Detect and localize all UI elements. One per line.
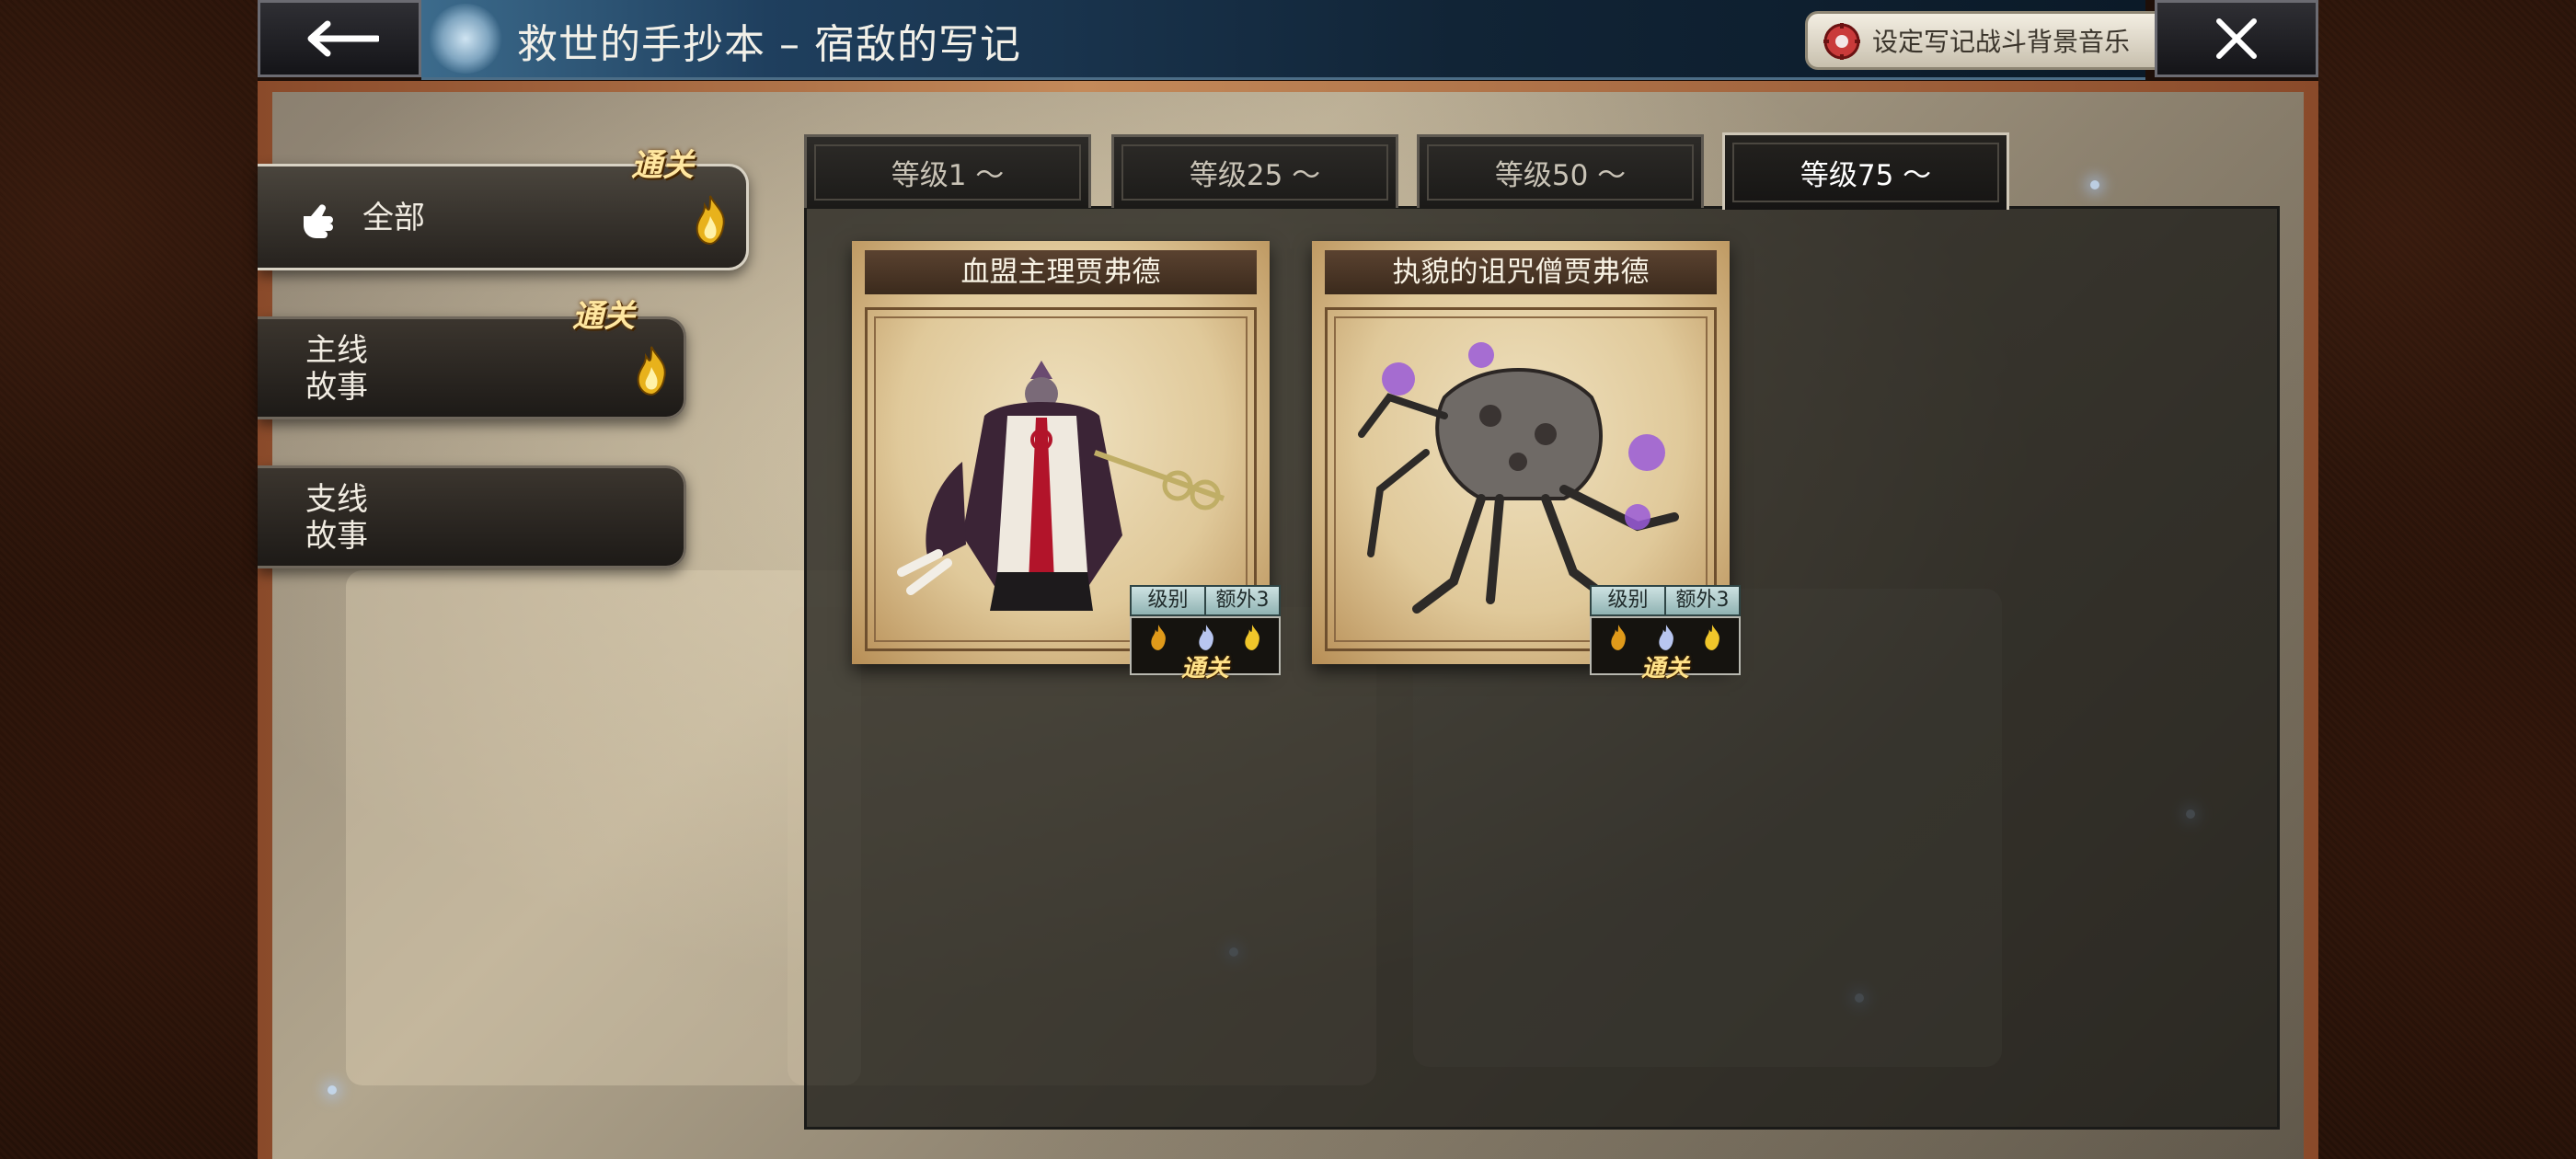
music-settings-icon bbox=[1823, 23, 1860, 60]
left-leather-border bbox=[0, 0, 258, 1159]
nav-item-label: 全部 bbox=[362, 200, 425, 236]
tab-inner-border bbox=[1732, 143, 1999, 202]
sparkle bbox=[2090, 180, 2099, 189]
enemy-card-title: 血盟主理贾弗德 bbox=[865, 250, 1257, 294]
fire-icon bbox=[1611, 625, 1626, 650]
header-bar: 救世的手抄本 – 宿敌的写记 设定写记战斗背景音乐 bbox=[258, 0, 2318, 81]
badge-clear-label: 通关 bbox=[1640, 655, 1689, 683]
fire-icon bbox=[1151, 625, 1166, 650]
sparkle bbox=[328, 1085, 337, 1095]
cursed-monk-portrait bbox=[1358, 342, 1679, 614]
flame-icon bbox=[637, 346, 666, 396]
tab-inner-border bbox=[1121, 144, 1388, 201]
badge-clear-label: 通关 bbox=[1180, 655, 1229, 683]
tab-level-1[interactable]: 等级1 〜 bbox=[804, 134, 1091, 208]
lightning-icon bbox=[1705, 625, 1719, 650]
bgm-button-label: 设定写记战斗背景音乐 bbox=[1872, 27, 2131, 57]
page-title: 救世的手抄本 – 宿敌的写记 bbox=[517, 21, 1021, 68]
title-bar: 救世的手抄本 – 宿敌的写记 设定写记战斗背景音乐 bbox=[421, 0, 2204, 80]
tab-inner-border bbox=[814, 144, 1081, 201]
badge-level-label: 级别 bbox=[1147, 589, 1189, 612]
bgm-settings-button[interactable]: 设定写记战斗背景音乐 bbox=[1805, 11, 2204, 70]
compass-emblem-icon bbox=[429, 4, 502, 74]
tab-level-25[interactable]: 等级25 〜 bbox=[1111, 134, 1398, 208]
arrow-left-icon bbox=[307, 20, 379, 57]
difficulty-badge: 级别 额外3 通关 bbox=[1124, 580, 1288, 683]
clear-tag: 通关 bbox=[631, 147, 694, 184]
flame-icon bbox=[696, 195, 725, 246]
badge-level-row: 级别 额外3 bbox=[1130, 585, 1281, 616]
back-button[interactable] bbox=[258, 0, 421, 77]
close-icon bbox=[2216, 18, 2257, 59]
badge-level-row: 级别 额外3 bbox=[1590, 585, 1741, 616]
badge-extra-label: 额外3 bbox=[1204, 587, 1279, 614]
badge-element-row: 通关 bbox=[1590, 616, 1741, 683]
ice-icon bbox=[1199, 625, 1213, 650]
nav-item-side-story[interactable]: 支线 故事 bbox=[258, 465, 686, 568]
nav-item-label: 主线 故事 bbox=[305, 332, 368, 406]
tab-level-50[interactable]: 等级50 〜 bbox=[1417, 134, 1704, 208]
badge-element-row: 通关 bbox=[1130, 616, 1281, 683]
right-leather-border bbox=[2318, 0, 2576, 1159]
difficulty-badge: 级别 额外3 通关 bbox=[1584, 580, 1748, 683]
badge-level-label: 级别 bbox=[1607, 589, 1649, 612]
enemy-card[interactable]: 执貌的诅咒僧贾弗德 级别 额外3 通关 bbox=[1312, 241, 1741, 683]
badge-extra-label: 额外3 bbox=[1664, 587, 1739, 614]
blood-lord-portrait bbox=[897, 361, 1225, 611]
ice-icon bbox=[1659, 625, 1673, 650]
tab-level-75[interactable]: 等级75 〜 bbox=[1722, 132, 2009, 210]
close-button[interactable] bbox=[2155, 0, 2318, 77]
enemy-card[interactable]: 血盟主理贾弗德 级别 额外3 通关 bbox=[852, 241, 1281, 683]
clear-tag: 通关 bbox=[572, 298, 635, 335]
enemy-card-title: 执貌的诅咒僧贾弗德 bbox=[1325, 250, 1717, 294]
book-page-left bbox=[346, 570, 861, 1085]
nav-item-label: 支线 故事 bbox=[305, 481, 368, 555]
lightning-icon bbox=[1245, 625, 1259, 650]
pointing-hand-icon bbox=[304, 204, 333, 238]
tab-inner-border bbox=[1427, 144, 1694, 201]
